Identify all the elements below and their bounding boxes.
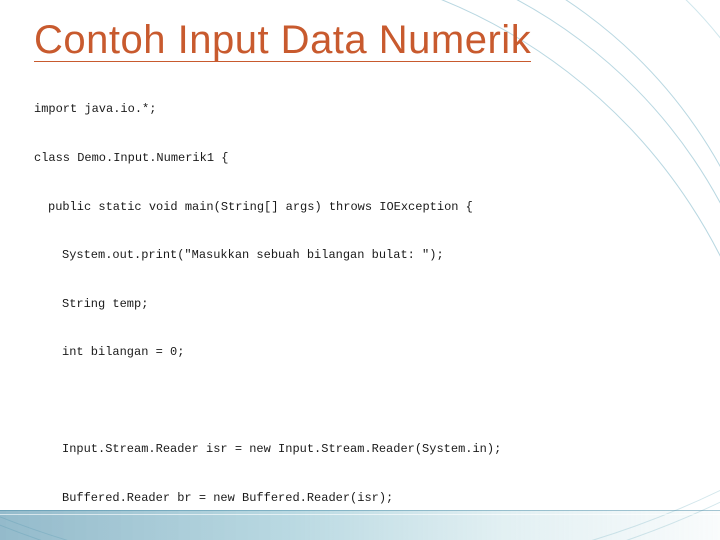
code-line: Input.Stream.Reader isr = new Input.Stre… bbox=[34, 441, 686, 457]
code-line: String temp; bbox=[34, 296, 686, 312]
code-blank bbox=[34, 393, 686, 409]
code-line: class Demo.Input.Numerik1 { bbox=[34, 150, 686, 166]
code-line: System.out.print("Masukkan sebuah bilang… bbox=[34, 247, 686, 263]
code-block: import java.io.*; class Demo.Input.Numer… bbox=[34, 69, 686, 540]
slide-content: Contoh Input Data Numerik import java.io… bbox=[0, 0, 720, 540]
code-line: int bilangan = 0; bbox=[34, 344, 686, 360]
slide-title: Contoh Input Data Numerik bbox=[34, 18, 686, 63]
code-line: Buffered.Reader br = new Buffered.Reader… bbox=[34, 490, 686, 506]
code-line: public static void main(String[] args) t… bbox=[34, 199, 686, 215]
code-line: import java.io.*; bbox=[34, 101, 686, 117]
